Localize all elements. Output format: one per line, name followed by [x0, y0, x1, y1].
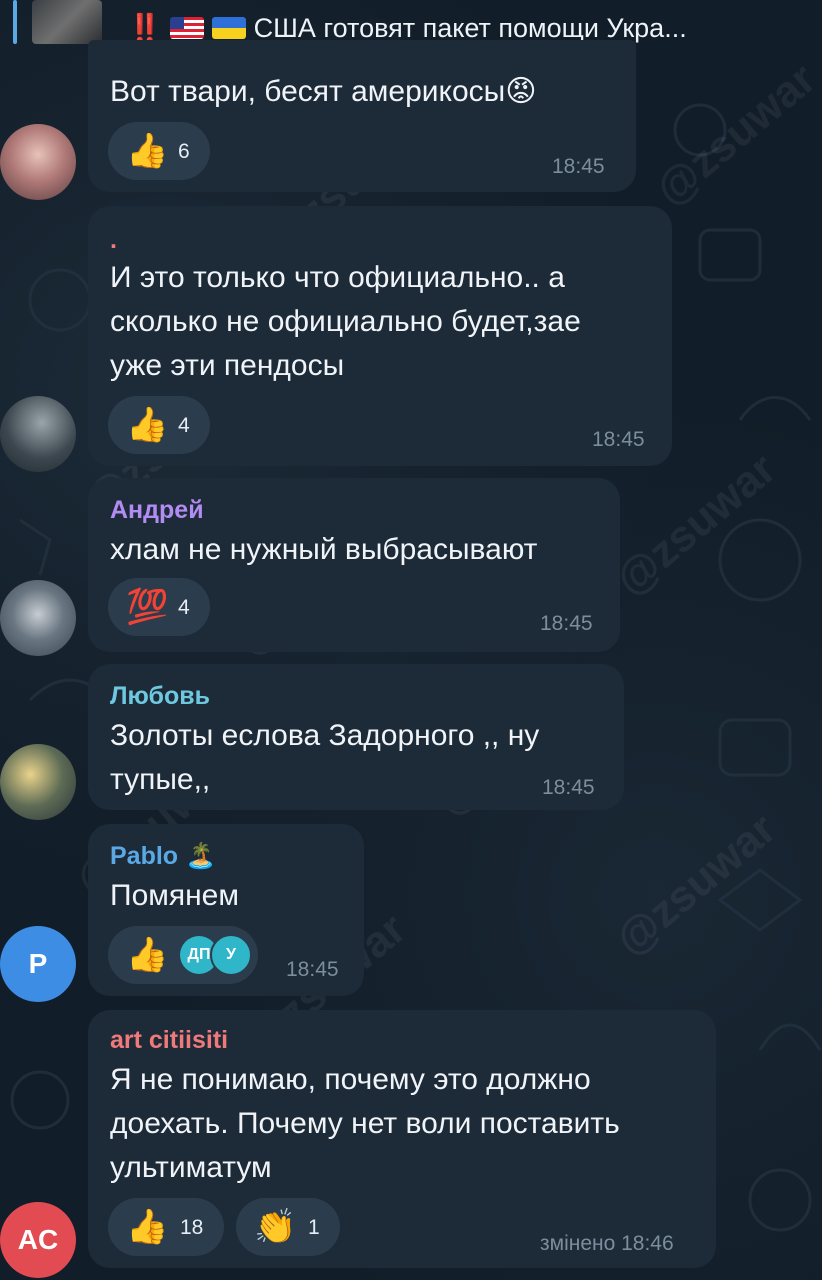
reaction-thumbs-up[interactable]: 👍 18 — [108, 1198, 224, 1256]
reaction-count: 1 — [308, 1216, 320, 1239]
sender-name[interactable]: Pablo 🏝️ — [110, 842, 216, 871]
avatar[interactable]: AC — [0, 1202, 76, 1278]
reaction-clap[interactable]: 👏 1 — [236, 1198, 340, 1256]
message-time: 18:45 — [542, 776, 595, 799]
message-text: И это только что официально.. а сколько … — [110, 261, 581, 382]
sender-name[interactable]: Андрей — [110, 496, 204, 525]
message-text: Золоты еслова Задорного ,, ну тупые,, — [110, 719, 540, 796]
message-time: 18:45 — [286, 958, 339, 981]
watermark: @zsuwar — [606, 444, 786, 606]
reactor-avatar: У — [210, 934, 252, 976]
message-text: Я не понимаю, почему это должно доехать.… — [110, 1063, 620, 1184]
message-time: змінено 18:46 — [540, 1232, 674, 1255]
sender-name[interactable]: art citiisiti — [110, 1026, 228, 1055]
sender-name[interactable]: Любовь — [110, 682, 210, 711]
reaction-thumbs-up[interactable]: 👍 4 — [108, 396, 210, 454]
hundred-points-icon: 💯 — [126, 588, 169, 626]
message-bubble[interactable]: . И это только что официально.. а скольк… — [88, 206, 672, 466]
message-text: Помянем — [110, 879, 239, 912]
sender-name-text: Pablo — [110, 842, 179, 870]
message-bubble[interactable]: Любовь Золоты еслова Задорного ,, ну туп… — [88, 664, 624, 810]
reply-title: США готовят пакет помощи Укра... — [253, 13, 687, 43]
message-time: 18:45 — [540, 612, 593, 635]
watermark: @zsuwar — [606, 804, 786, 966]
sender-name[interactable]: . — [110, 226, 117, 255]
avatar[interactable] — [0, 580, 76, 656]
thumbs-up-icon: 👍 — [126, 1208, 169, 1246]
clapping-hands-icon: 👏 — [254, 1208, 297, 1246]
message-text: Вот твари, бесят америкосы😡 — [110, 75, 537, 108]
ukraine-flag-icon — [211, 17, 246, 39]
message-time: 18:45 — [592, 428, 645, 451]
message-time: 18:45 — [552, 155, 605, 178]
avatar[interactable] — [0, 124, 76, 200]
message-bubble[interactable]: Pablo 🏝️ Помянем 👍 ДП У 18:45 — [88, 824, 364, 996]
thumbs-up-icon: 👍 — [126, 132, 169, 170]
avatar[interactable] — [0, 396, 76, 472]
reaction-thumbs-up[interactable]: 👍 6 — [108, 122, 210, 180]
avatar[interactable]: P — [0, 926, 76, 1002]
reply-thumbnail — [32, 0, 102, 44]
reply-accent-bar — [13, 0, 17, 44]
reaction-count: 6 — [178, 140, 190, 163]
message-bubble[interactable]: art citiisiti Я не понимаю, почему это д… — [88, 1010, 716, 1268]
avatar[interactable] — [0, 744, 76, 820]
reaction-count: 18 — [180, 1216, 204, 1239]
thumbs-up-icon: 👍 — [126, 936, 169, 974]
us-flag-icon — [169, 17, 204, 39]
message-text: хлам не нужный выбрасывают — [110, 533, 538, 566]
watermark: @zsuwar — [646, 54, 822, 216]
message-bubble[interactable]: Вот твари, бесят америкосы😡 👍 6 18:45 — [88, 40, 636, 192]
reaction-hundred[interactable]: 💯 4 — [108, 578, 210, 636]
reaction-thumbs-up[interactable]: 👍 ДП У — [108, 926, 258, 984]
thumbs-up-icon: 👍 — [126, 406, 169, 444]
reaction-count: 4 — [178, 414, 190, 437]
chat-screen: @zsuwar @zsuwar @zsuwar @zsuwar @zsuwar … — [0, 0, 822, 1280]
message-bubble[interactable]: Андрей хлам не нужный выбрасывают 💯 4 18… — [88, 478, 620, 652]
reaction-count: 4 — [178, 596, 190, 619]
island-emoji-icon: 🏝️ — [185, 842, 217, 870]
double-exclamation-icon: ‼️ — [128, 13, 162, 43]
